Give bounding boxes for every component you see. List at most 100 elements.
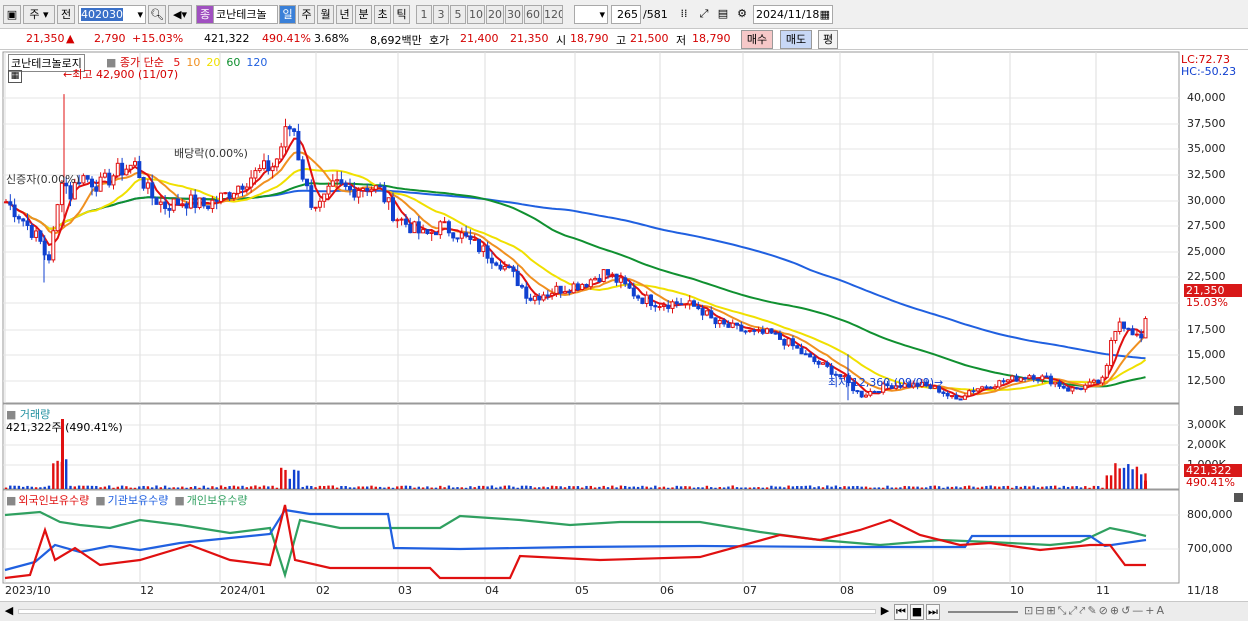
interval-tab[interactable]: 30	[505, 5, 523, 24]
interval-select[interactable]: ▾	[574, 5, 608, 24]
interval-tab[interactable]: 20	[486, 5, 504, 24]
candle-body	[984, 386, 989, 389]
volume-bar	[439, 485, 442, 489]
candle-body	[739, 324, 744, 332]
period-tab[interactable]: 주	[298, 5, 315, 24]
volume-bar	[744, 487, 747, 489]
volume-bar	[568, 485, 571, 489]
volume-bar	[400, 485, 403, 489]
candle-body	[438, 221, 443, 236]
search-icon[interactable]: 🔍︎	[148, 5, 166, 24]
candle-body	[1018, 377, 1023, 382]
candle-body	[434, 231, 438, 236]
date-input[interactable]: 2024/11/18 ▦	[753, 5, 833, 24]
candle-body	[666, 304, 671, 309]
draw-icon[interactable]: ⤢	[696, 5, 712, 24]
save-icon[interactable]: ▤	[715, 5, 731, 24]
holdings-close-icon[interactable]	[1234, 493, 1243, 502]
candle-body	[980, 386, 985, 390]
open-label: 시	[556, 34, 567, 47]
candle-body	[343, 182, 348, 187]
ma-period-label: 120	[246, 56, 268, 69]
interval-tab[interactable]: 120	[543, 5, 563, 24]
interval-tab[interactable]: 60	[524, 5, 542, 24]
table-icon[interactable]: ▦	[8, 70, 22, 83]
candle-body	[1130, 328, 1135, 336]
volume-bar	[1109, 475, 1113, 489]
volume-bar	[305, 485, 309, 489]
period-tab[interactable]: 년	[336, 5, 353, 24]
volume-bar	[998, 486, 1001, 489]
period-tab[interactable]: 틱	[393, 5, 410, 24]
volume-bar	[735, 487, 739, 489]
volume-bar	[146, 486, 150, 489]
volume-bar	[211, 486, 214, 489]
interval-tab[interactable]: 5	[450, 5, 466, 24]
volume-bar	[946, 486, 949, 489]
candle-body	[597, 277, 602, 282]
horizontal-scrollbar[interactable]	[18, 609, 876, 614]
interval-tab[interactable]: 3	[433, 5, 449, 24]
prev-button[interactable]: 전	[57, 5, 75, 24]
candle-body	[1126, 327, 1131, 330]
volume-bar	[86, 485, 89, 489]
volume-bar	[658, 487, 661, 489]
eval-button[interactable]: 평	[818, 30, 838, 49]
candle-body	[808, 353, 813, 358]
calendar-icon[interactable]: ▦	[820, 6, 830, 23]
volume-bar	[791, 486, 795, 489]
volume-bar	[1127, 464, 1130, 489]
last-icon[interactable]: ⏭	[926, 604, 940, 620]
gear-icon[interactable]: ⚙	[734, 5, 750, 24]
candle-body	[735, 322, 739, 326]
buy-button[interactable]: 매수	[741, 30, 773, 49]
first-icon[interactable]: ⏮	[894, 604, 908, 620]
candle-body	[12, 204, 17, 218]
chart-canvas[interactable]	[0, 51, 1248, 621]
speaker-icon[interactable]: ◀▾	[168, 5, 192, 24]
period-tab[interactable]: 분	[355, 5, 372, 24]
period-tab[interactable]: 일	[279, 5, 296, 24]
volume-bar	[593, 487, 597, 489]
candle-body	[111, 175, 116, 186]
volume-bar	[254, 485, 257, 489]
volume-bar	[396, 486, 399, 489]
candle-body	[21, 218, 26, 222]
scroll-left-icon[interactable]: ◀	[2, 604, 16, 620]
candle-body	[515, 270, 520, 287]
code-input[interactable]: 402030 ▾	[78, 5, 146, 24]
volume-bar	[589, 485, 592, 489]
candle-body	[416, 221, 421, 234]
count-input[interactable]: 265	[611, 5, 641, 24]
volume-bar	[133, 487, 137, 489]
ma-period-label: 60	[226, 56, 241, 69]
volume-bar	[383, 487, 386, 489]
zoom-slider[interactable]	[948, 611, 1018, 613]
volume-close-icon[interactable]	[1234, 406, 1243, 415]
interval-tab[interactable]: 1	[416, 5, 432, 24]
period-tab[interactable]: 월	[317, 5, 334, 24]
drawing-tools[interactable]: ⊡⊟⊞⤡⤢⤤✎⊘⊕↺—+A	[1024, 604, 1236, 620]
interval-tab[interactable]: 10	[467, 5, 485, 24]
layout-icon[interactable]: ▣	[3, 5, 21, 24]
grid-icon[interactable]: ⁞⁞	[676, 5, 692, 24]
volume-bar	[559, 486, 562, 489]
volume-bar	[366, 486, 369, 489]
stop-icon[interactable]: ■	[910, 604, 924, 620]
volume-bar	[1114, 463, 1117, 489]
volume-bar	[426, 486, 429, 489]
candle-body	[1091, 379, 1096, 383]
sell-button[interactable]: 매도	[780, 30, 812, 49]
period-tab[interactable]: 초	[374, 5, 391, 24]
volume-bar	[447, 485, 451, 489]
volume-bar	[331, 485, 334, 489]
candle-body	[55, 204, 60, 232]
scroll-right-icon[interactable]: ▶	[878, 604, 892, 620]
candle-body	[477, 238, 481, 253]
type-select[interactable]: 주 ▾	[23, 5, 55, 24]
candle-body	[287, 126, 292, 130]
trade-amount: 8,692백만	[370, 34, 422, 47]
volume-bar	[929, 485, 932, 489]
volume-bar	[198, 487, 201, 489]
volume-bar	[374, 486, 377, 489]
